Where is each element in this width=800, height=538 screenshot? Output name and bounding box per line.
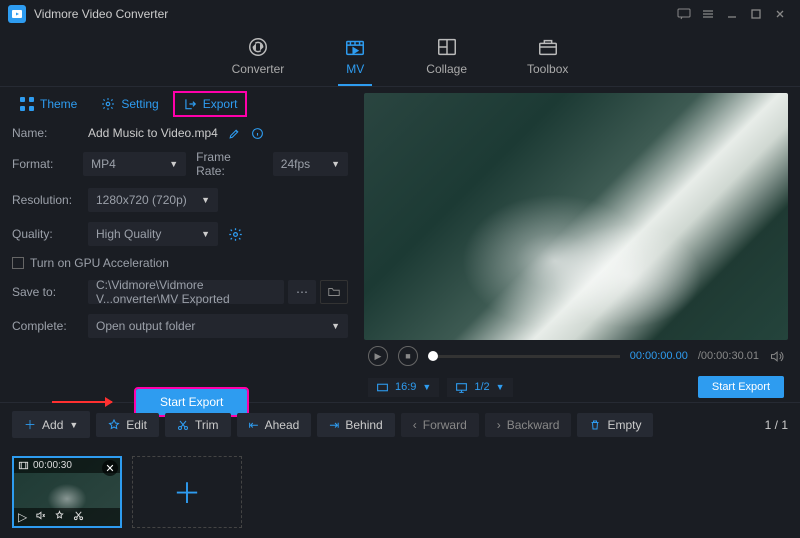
complete-select[interactable]: Open output folder▼ <box>88 314 348 338</box>
clip-strip: 00:00:30 ✕ ▷ ＋ <box>0 446 800 538</box>
complete-value: Open output folder <box>96 319 195 333</box>
volume-icon[interactable] <box>769 349 784 364</box>
gpu-checkbox[interactable]: Turn on GPU Acceleration <box>12 256 169 270</box>
minimize-icon[interactable] <box>720 2 744 26</box>
complete-label: Complete: <box>12 319 78 333</box>
mute-icon[interactable] <box>35 510 46 524</box>
aspect-value: 16:9 <box>395 381 416 393</box>
zoom-select[interactable]: 1/2▼ <box>447 378 512 397</box>
forward-button[interactable]: ‹Forward <box>401 413 479 437</box>
trim-button[interactable]: Trim <box>165 413 231 437</box>
format-value: MP4 <box>91 157 116 171</box>
clip-duration: 00:00:30 <box>33 460 72 471</box>
feedback-icon[interactable] <box>672 2 696 26</box>
resolution-value: 1280x720 (720p) <box>96 193 187 207</box>
framerate-select[interactable]: 24fps▼ <box>273 152 348 176</box>
ahead-button[interactable]: ⇤Ahead <box>237 413 312 437</box>
export-icon <box>183 97 197 111</box>
edit-name-icon[interactable] <box>228 127 241 140</box>
add-clip-placeholder[interactable]: ＋ <box>132 456 242 528</box>
browse-button[interactable]: ⋯ <box>288 280 316 304</box>
nav-label: Collage <box>426 62 467 76</box>
quality-value: High Quality <box>96 227 161 241</box>
tab-export[interactable]: Export <box>175 93 246 115</box>
close-icon[interactable] <box>768 2 792 26</box>
tab-label: Setting <box>121 97 158 111</box>
nav-label: Converter <box>232 62 285 76</box>
preview-panel: ▶ ■ 00:00:00.00/00:00:30.01 16:9▼ 1/2▼ S… <box>360 87 800 402</box>
nav-converter[interactable]: Converter <box>226 32 291 86</box>
play-button[interactable]: ▶ <box>368 346 388 366</box>
stop-button[interactable]: ■ <box>398 346 418 366</box>
clip-thumbnail[interactable]: 00:00:30 ✕ ▷ <box>12 456 122 528</box>
saveto-value: C:\Vidmore\Vidmore V...onverter\MV Expor… <box>96 278 276 306</box>
backward-button[interactable]: ›Backward <box>485 413 572 437</box>
framerate-label: Frame Rate: <box>196 150 263 178</box>
nav-mv[interactable]: MV <box>338 32 372 86</box>
maximize-icon[interactable] <box>744 2 768 26</box>
top-nav: Converter MV Collage Toolbox <box>0 28 800 87</box>
nav-collage[interactable]: Collage <box>420 32 473 86</box>
format-select[interactable]: MP4▼ <box>83 152 186 176</box>
screen-icon <box>455 381 468 394</box>
scissors-icon[interactable] <box>73 510 84 524</box>
zoom-value: 1/2 <box>474 381 489 393</box>
saveto-field[interactable]: C:\Vidmore\Vidmore V...onverter\MV Expor… <box>88 280 284 304</box>
nav-toolbox[interactable]: Toolbox <box>521 32 574 86</box>
format-label: Format: <box>12 157 73 171</box>
star-edit-icon[interactable] <box>54 510 65 524</box>
start-export-button-preview[interactable]: Start Export <box>698 376 784 398</box>
grid-icon <box>20 97 34 111</box>
tab-theme[interactable]: Theme <box>12 93 85 115</box>
name-value: Add Music to Video.mp4 <box>88 126 218 140</box>
quality-select[interactable]: High Quality▼ <box>88 222 218 246</box>
empty-button[interactable]: Empty <box>577 413 653 437</box>
nav-label: Toolbox <box>527 62 568 76</box>
seek-slider[interactable] <box>428 355 620 358</box>
quality-label: Quality: <box>12 227 78 241</box>
edit-button[interactable]: Edit <box>96 413 159 437</box>
start-export-button[interactable]: Start Export <box>136 389 247 415</box>
tab-label: Theme <box>40 97 77 111</box>
titlebar: Vidmore Video Converter <box>0 0 800 28</box>
film-icon <box>18 460 29 471</box>
gpu-label: Turn on GPU Acceleration <box>30 256 169 270</box>
framerate-value: 24fps <box>281 157 310 171</box>
video-preview[interactable] <box>364 93 788 340</box>
time-total: /00:00:30.01 <box>698 350 759 362</box>
remove-clip-icon[interactable]: ✕ <box>102 460 118 476</box>
app-logo-icon <box>8 5 26 23</box>
resolution-label: Resolution: <box>12 193 78 207</box>
aspect-select[interactable]: 16:9▼ <box>368 378 439 397</box>
nav-label: MV <box>346 62 364 76</box>
info-icon[interactable] <box>251 127 264 140</box>
app-title: Vidmore Video Converter <box>34 7 168 21</box>
pager: 1 / 1 <box>765 418 788 432</box>
add-button[interactable]: ＋Add▼ <box>12 411 90 438</box>
resolution-select[interactable]: 1280x720 (720p)▼ <box>88 188 218 212</box>
name-label: Name: <box>12 126 78 140</box>
gear-icon <box>101 97 115 111</box>
quality-settings-icon[interactable] <box>228 227 243 242</box>
tab-label: Export <box>203 97 238 111</box>
tab-setting[interactable]: Setting <box>93 93 166 115</box>
behind-button[interactable]: ⇥Behind <box>317 413 394 437</box>
play-icon[interactable]: ▷ <box>18 510 27 524</box>
open-folder-icon[interactable] <box>320 280 348 304</box>
time-current: 00:00:00.00 <box>630 350 688 362</box>
saveto-label: Save to: <box>12 285 78 299</box>
aspect-icon <box>376 381 389 394</box>
export-panel: Theme Setting Export Name: Add Music to … <box>0 87 360 402</box>
annotation-arrow-icon <box>52 401 112 403</box>
menu-icon[interactable] <box>696 2 720 26</box>
